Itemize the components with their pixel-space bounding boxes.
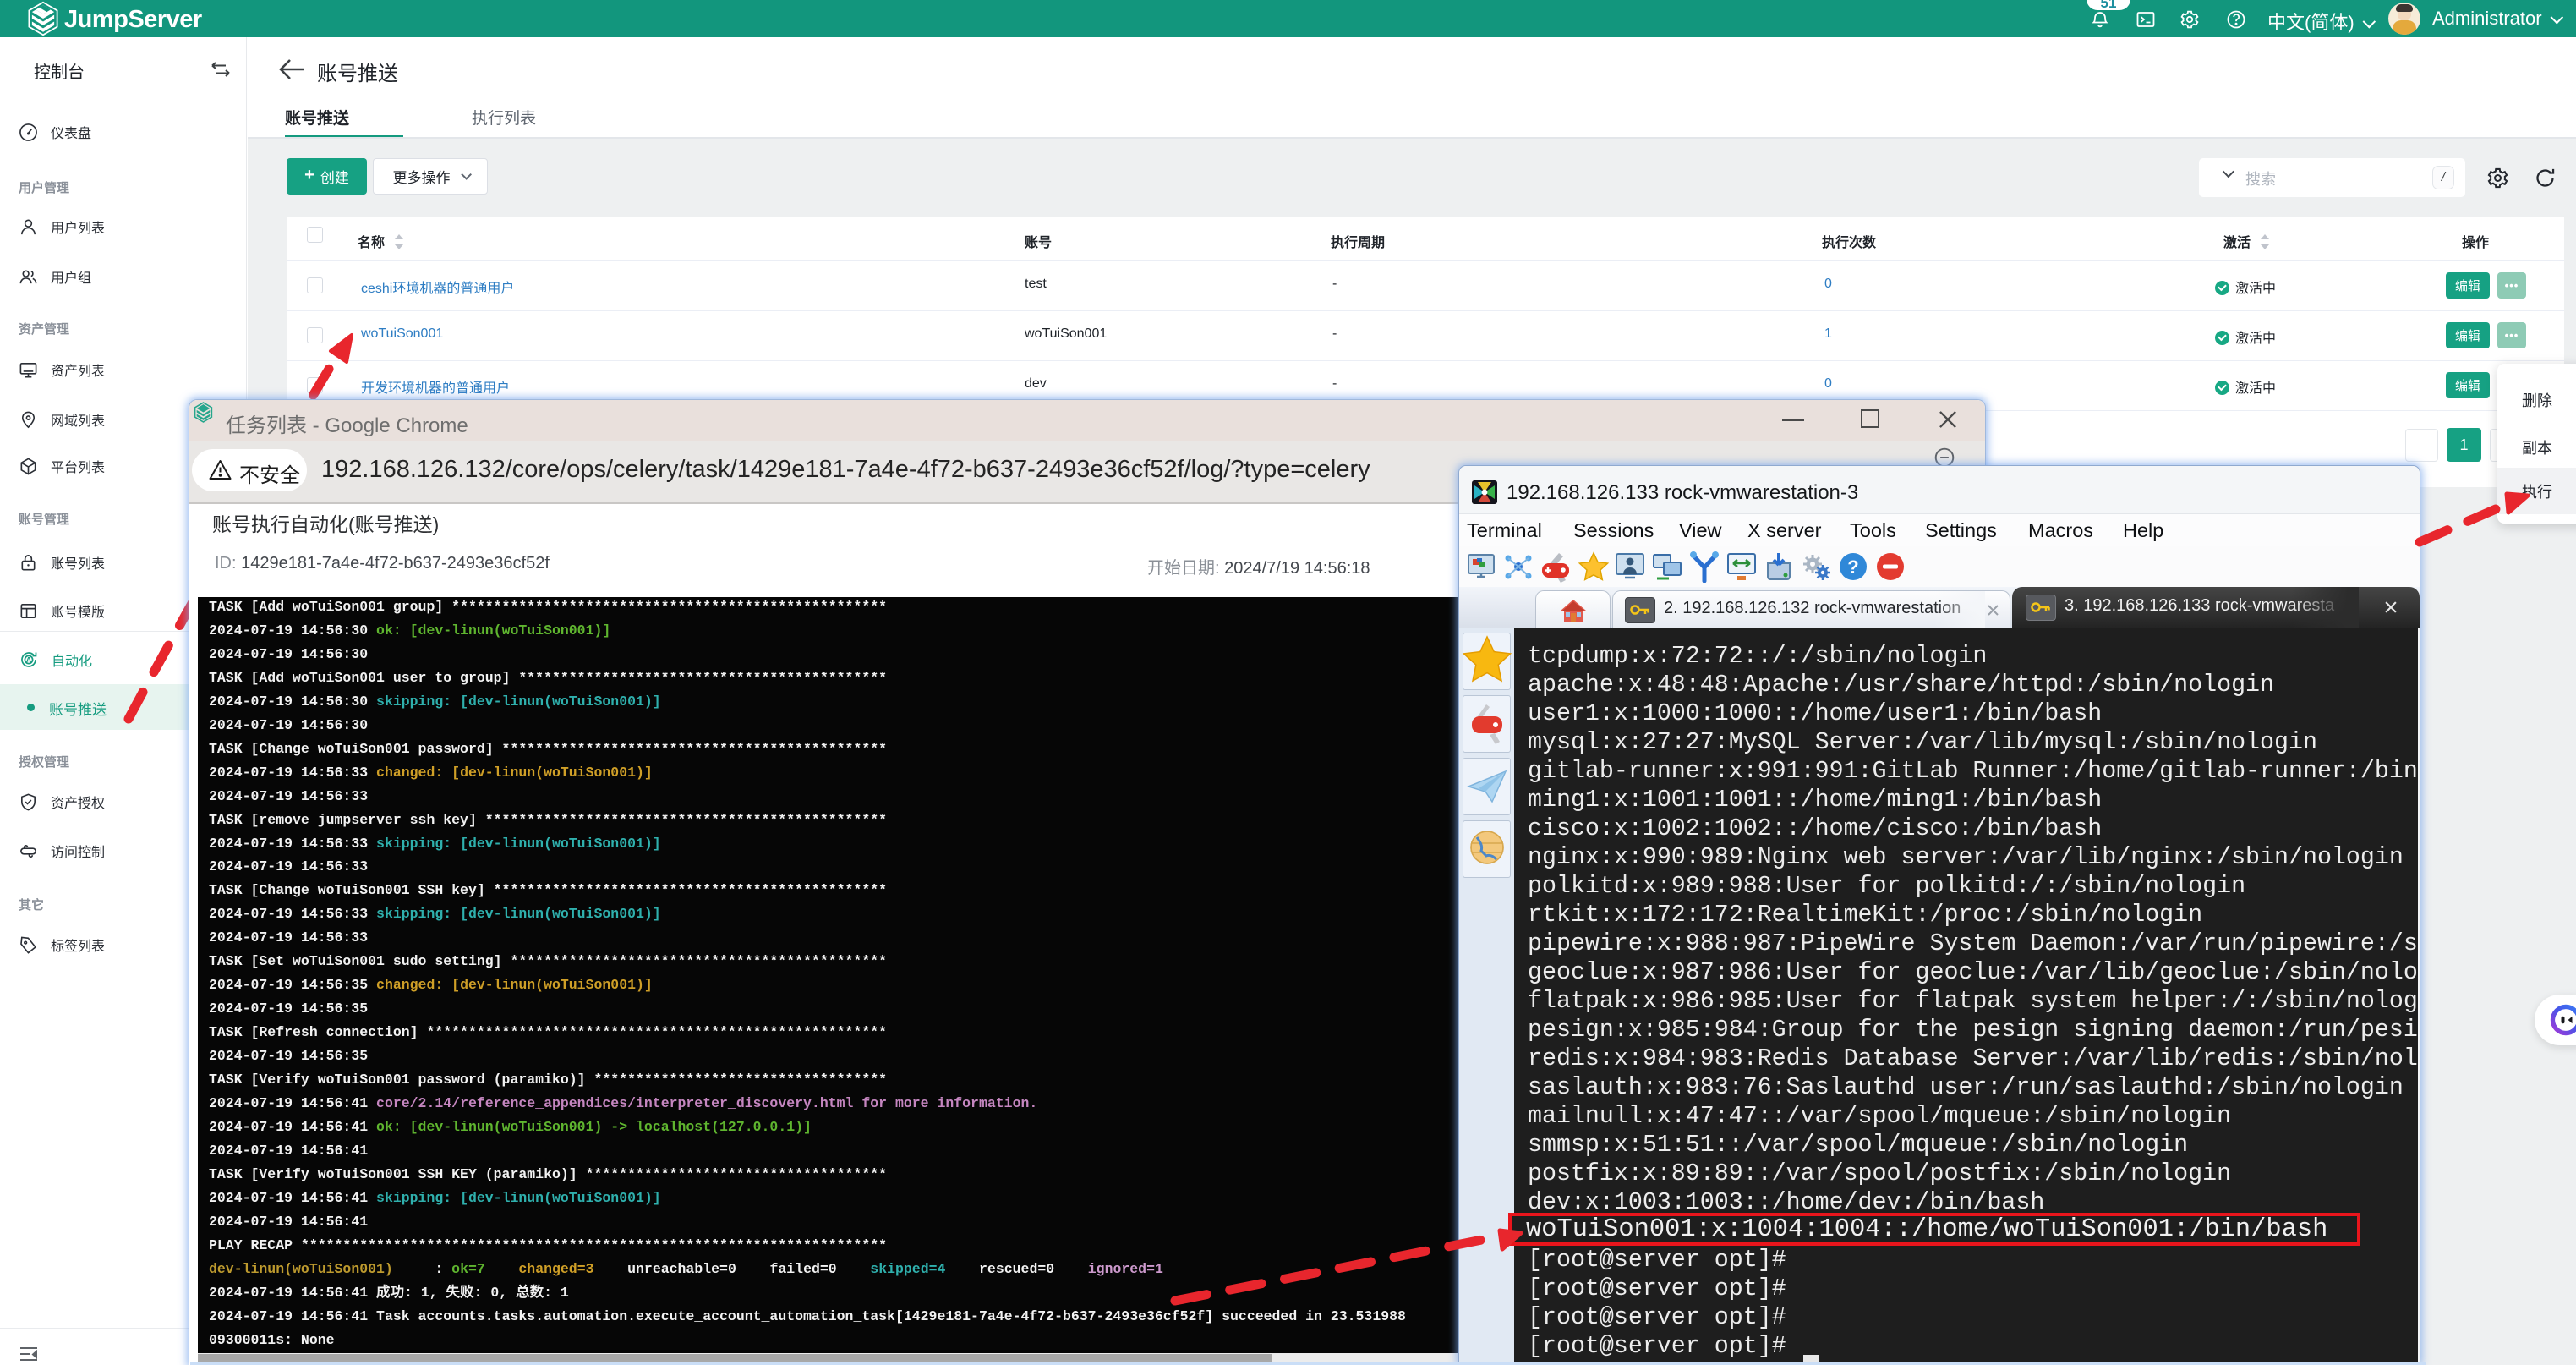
svg-text:?: ? (1847, 556, 1858, 578)
svg-text:A: A (25, 656, 31, 666)
